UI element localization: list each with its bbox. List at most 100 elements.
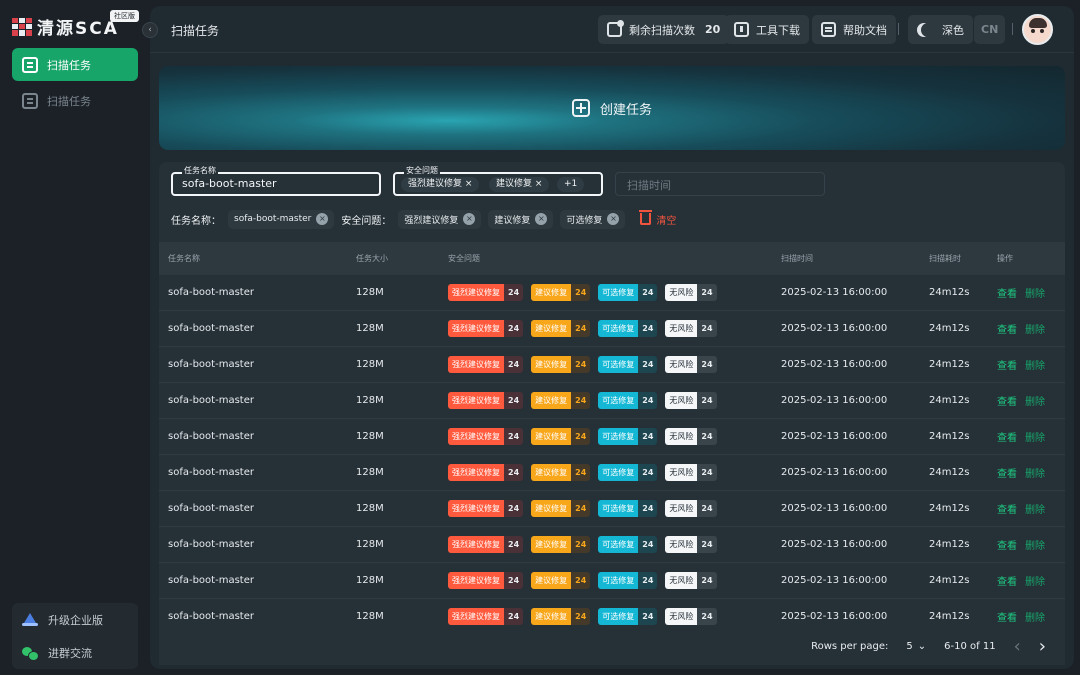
- security-issue-label: 建议修复: [531, 464, 572, 481]
- active-task-filter-chip[interactable]: sofa-boot-master ×: [228, 209, 335, 229]
- main-content: 扫描任务 剩余扫描次数 20 工具下载 帮助文档 深色 CN 创建任务 任务名称 …: [150, 6, 1074, 669]
- security-field-chip[interactable]: 强烈建议修复 ×: [401, 177, 480, 192]
- security-issue-label: 无风险: [665, 500, 698, 517]
- view-button[interactable]: 查看: [997, 501, 1017, 516]
- view-button[interactable]: 查看: [997, 393, 1017, 408]
- create-task-banner[interactable]: 创建任务: [159, 66, 1065, 150]
- security-issue-filter-field[interactable]: 安全问题 强烈建议修复 × 建议修复 × +1: [393, 166, 603, 196]
- security-issue-count: 24: [571, 284, 591, 301]
- security-issue-label: 建议修复: [531, 320, 572, 337]
- security-issue-label: 可选修复: [598, 608, 639, 625]
- task-name-cell: sofa-boot-master: [168, 287, 254, 298]
- task-name-cell: sofa-boot-master: [168, 503, 254, 514]
- next-page-button[interactable]: ›: [1039, 637, 1046, 656]
- close-icon[interactable]: ×: [463, 213, 476, 225]
- avatar[interactable]: [1022, 14, 1053, 45]
- security-issue-label: 强烈建议修复: [448, 392, 504, 409]
- security-issue-label: 强烈建议修复: [448, 536, 504, 553]
- join-group-link[interactable]: 进群交流: [12, 636, 138, 669]
- clear-filters-button[interactable]: 清空: [639, 210, 676, 227]
- chevron-left-icon: ‹: [148, 25, 152, 35]
- column-header-security-issues: 安全问题: [448, 254, 480, 263]
- task-name-filter-field[interactable]: 任务名称 sofa-boot-master: [171, 166, 381, 196]
- task-size-cell: 128M: [356, 431, 384, 442]
- security-issue-badge: 建议修复 24: [531, 608, 591, 625]
- table-body: sofa-boot-master 128M 强烈建议修复 24 建议修复 24 可选修复 24…: [159, 275, 1065, 635]
- sidebar-item-scan-task-secondary[interactable]: 扫描任务: [12, 84, 138, 117]
- security-issue-count: 24: [571, 356, 591, 373]
- security-issue-badge: 强烈建议修复 24: [448, 320, 524, 337]
- active-security-filter-chip[interactable]: 可选修复 ×: [560, 209, 626, 229]
- previous-page-button[interactable]: ‹: [1014, 637, 1021, 656]
- security-more-chip[interactable]: +1: [557, 177, 585, 192]
- security-issues-cell: 强烈建议修复 24 建议修复 24 可选修复 24 无风险 24: [448, 356, 781, 373]
- security-issue-label: 建议修复: [531, 428, 572, 445]
- delete-button[interactable]: 删除: [1025, 501, 1045, 516]
- delete-button[interactable]: 删除: [1025, 393, 1045, 408]
- delete-button[interactable]: 删除: [1025, 285, 1045, 300]
- close-icon[interactable]: ×: [607, 213, 620, 225]
- security-issue-label: 建议修复: [531, 392, 572, 409]
- sidebar-item-scan-task[interactable]: 扫描任务: [12, 48, 138, 81]
- task-name-cell: sofa-boot-master: [168, 395, 254, 406]
- view-button[interactable]: 查看: [997, 429, 1017, 444]
- task-size-cell: 128M: [356, 503, 384, 514]
- table-header: 任务名称 任务大小 安全问题 扫描时间 扫描耗时 操作: [159, 242, 1065, 275]
- security-issue-count: 24: [571, 428, 591, 445]
- delete-button[interactable]: 删除: [1025, 321, 1045, 336]
- task-size-cell: 128M: [356, 611, 384, 622]
- rows-per-page-select[interactable]: 5 ⌄: [906, 641, 926, 652]
- create-task-icon: [571, 99, 590, 117]
- delete-button[interactable]: 删除: [1025, 465, 1045, 480]
- delete-button[interactable]: 删除: [1025, 537, 1045, 552]
- delete-button[interactable]: 删除: [1025, 357, 1045, 372]
- language-button[interactable]: CN: [974, 15, 1006, 44]
- active-security-filter-chip[interactable]: 建议修复 ×: [488, 209, 554, 229]
- security-issue-label: 强烈建议修复: [448, 464, 504, 481]
- actions-cell: 查看 删除: [997, 609, 1065, 624]
- security-issue-badge: 强烈建议修复 24: [448, 284, 524, 301]
- view-button[interactable]: 查看: [997, 285, 1017, 300]
- security-issue-count: 24: [697, 320, 717, 337]
- security-issue-count: 24: [638, 284, 658, 301]
- delete-button[interactable]: 删除: [1025, 573, 1045, 588]
- security-issue-label: 可选修复: [598, 572, 639, 589]
- security-issues-cell: 强烈建议修复 24 建议修复 24 可选修复 24 无风险 24: [448, 608, 781, 625]
- scan-duration-cell: 24m12s: [929, 467, 970, 478]
- close-icon[interactable]: ×: [316, 213, 329, 225]
- chevron-down-icon: ⌄: [917, 641, 927, 652]
- view-button[interactable]: 查看: [997, 537, 1017, 552]
- scan-time-cell: 2025-02-13 16:00:00: [781, 395, 888, 406]
- security-issue-label: 建议修复: [531, 500, 572, 517]
- security-issue-count: 24: [697, 464, 717, 481]
- theme-toggle-button[interactable]: 深色: [908, 15, 973, 44]
- view-button[interactable]: 查看: [997, 573, 1017, 588]
- active-security-filter-chip[interactable]: 强烈建议修复 ×: [398, 209, 482, 229]
- close-icon[interactable]: ×: [535, 213, 548, 225]
- sidebar-collapse-button[interactable]: ‹: [142, 22, 158, 38]
- sidebar: 清源SCA 社区版 ‹ 扫描任务 扫描任务 升级企业版 进群交流: [0, 0, 158, 675]
- view-button[interactable]: 查看: [997, 321, 1017, 336]
- view-button[interactable]: 查看: [997, 465, 1017, 480]
- view-button[interactable]: 查看: [997, 609, 1017, 624]
- help-docs-button[interactable]: 帮助文档: [812, 15, 896, 44]
- table-row: sofa-boot-master 128M 强烈建议修复 24 建议修复 24 可选修复 24…: [159, 563, 1065, 599]
- active-security-filter-label: 安全问题：: [341, 215, 392, 227]
- security-issues-cell: 强烈建议修复 24 建议修复 24 可选修复 24 无风险 24: [448, 392, 781, 409]
- security-issue-label: 可选修复: [598, 500, 639, 517]
- delete-button[interactable]: 删除: [1025, 429, 1045, 444]
- remaining-label: 剩余扫描次数: [629, 23, 695, 37]
- tool-download-button[interactable]: 工具下载: [725, 15, 809, 44]
- view-button[interactable]: 查看: [997, 357, 1017, 372]
- security-issue-badge: 无风险 24: [665, 500, 717, 517]
- scan-time-filter-field[interactable]: 扫描时间: [615, 172, 825, 196]
- scan-duration-cell: 24m12s: [929, 575, 970, 586]
- remaining-scans-button[interactable]: 剩余扫描次数 20: [598, 15, 730, 44]
- upgrade-enterprise-link[interactable]: 升级企业版: [12, 603, 138, 636]
- task-name-cell: sofa-boot-master: [168, 431, 254, 442]
- security-field-chip[interactable]: 建议修复 ×: [489, 177, 550, 192]
- security-issue-badge: 强烈建议修复 24: [448, 608, 524, 625]
- active-task-filter-label: 任务名称：: [171, 215, 221, 227]
- delete-button[interactable]: 删除: [1025, 609, 1045, 624]
- security-issue-badge: 无风险 24: [665, 392, 717, 409]
